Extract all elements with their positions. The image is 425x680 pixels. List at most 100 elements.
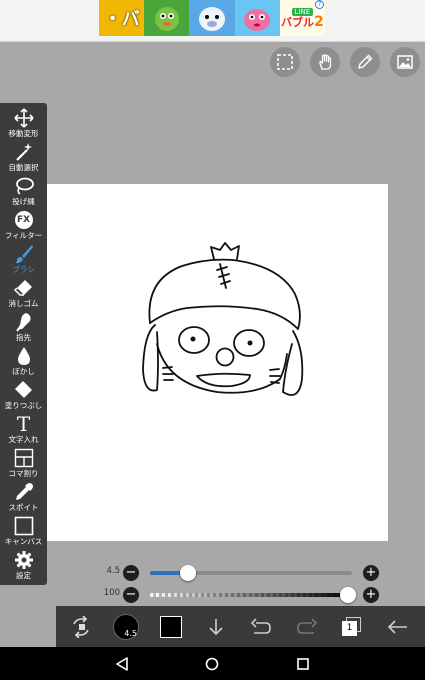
lasso-icon [13,176,35,196]
material-button[interactable] [390,47,420,77]
layers-button[interactable]: 1 [340,606,364,647]
tool-label: 移動変形 [8,129,39,138]
opacity-decrease-button[interactable]: − [123,587,139,603]
back-button[interactable] [386,606,410,647]
opacity-slider-row: 100 − + [98,585,388,605]
ad-game-title-text: バブル [281,15,315,29]
tool-brush[interactable]: ブラシ [0,244,47,278]
tool-label: スポイト [8,503,39,512]
tool-canvas[interactable]: キャンバス [0,516,47,550]
swap-color-button[interactable] [66,606,96,647]
brush-icon [13,244,35,264]
hand-icon [319,54,332,70]
tool-finger[interactable]: 指先 [0,312,47,346]
tool-text[interactable]: T 文字入れ [0,414,47,448]
canvas-icon [13,516,35,536]
ad-tile-text: ・バ [103,9,140,30]
yeti-character-icon [199,7,225,31]
ad-game-title: バブル2 [281,13,324,30]
tool-lasso[interactable]: 投げ縄 [0,176,47,210]
tool-frame-divider[interactable]: コマ割り [0,448,47,482]
arrow-left-icon [387,619,407,634]
finger-icon [13,312,35,332]
tool-eyedropper[interactable]: スポイト [0,482,47,516]
ad-game-number: 2 [314,13,324,30]
pen-icon [358,54,373,69]
brush-preview-button[interactable]: 4.5 [111,606,141,647]
nav-back-button[interactable] [107,652,137,676]
undo-icon [250,617,271,634]
fx-icon-text: FX [14,211,33,229]
tool-label: 自動選択 [8,163,39,172]
line-logo: LINE [291,7,314,16]
tool-move-transform[interactable]: 移動変形 [0,108,47,142]
undo-button[interactable] [249,606,273,647]
redo-button[interactable] [295,606,319,647]
layer-down-button[interactable] [204,606,228,647]
blur-drop-icon [13,346,35,366]
tool-eraser[interactable]: 消しゴム [0,278,47,312]
tool-label: 消しゴム [8,299,39,308]
tool-label: 文字入れ [8,435,39,444]
layers-icon: 1 [342,616,362,637]
hand-mode-button[interactable] [310,47,340,77]
tool-fill[interactable]: 塗りつぶし [0,380,47,414]
selection-button[interactable] [270,47,300,77]
current-color-swatch [160,615,182,638]
redo-icon [297,617,318,634]
tool-label: フィルター [4,231,43,240]
ad-info-icon[interactable]: ? [315,0,325,9]
tool-blur[interactable]: ぼかし [0,346,47,380]
tool-label: 投げ縄 [12,197,35,206]
nav-home-button[interactable] [197,652,227,676]
tool-label: キャンバス [4,537,43,546]
tool-label: 塗りつぶし [4,401,43,410]
tool-label: ブラシ [12,265,35,274]
opacity-increase-button[interactable]: + [363,587,379,603]
opacity-slider-knob[interactable] [339,587,356,603]
magic-wand-icon [13,142,35,162]
tool-label: 設定 [16,571,31,580]
tool-sidebar: 移動変形 自動選択 投げ縄 FX フィルター ブラシ 消しゴム 指先 ぼかし 塗… [0,103,47,585]
select-icon [277,54,293,70]
drawing-canvas[interactable] [47,184,388,541]
opacity-slider[interactable] [150,587,356,603]
eyedropper-icon [13,482,35,502]
brush-size-value: 4.5 [106,566,120,576]
tool-label: コマ割り [8,469,39,478]
ad-tile-1: ・バ [99,0,145,36]
circle-home-icon [205,657,219,671]
gear-icon [13,550,35,570]
tool-filter[interactable]: FX フィルター [0,210,47,244]
square-recents-icon [297,658,309,670]
eraser-icon [13,278,35,298]
text-icon: T [13,414,35,434]
opacity-slider-gradient [150,593,352,597]
ad-tile-2 [144,0,190,36]
brush-size-decrease-button[interactable]: − [123,565,139,581]
green-character-icon [154,7,179,31]
tool-auto-select[interactable]: 自動選択 [0,142,47,176]
nav-recents-button[interactable] [288,652,318,676]
image-icon [397,55,413,69]
transform-swap-icon [73,615,89,638]
brush-size-slider[interactable] [150,565,352,581]
sketch-drawing [142,242,304,396]
frame-divider-icon [13,448,35,468]
text-icon-glyph: T [16,412,31,436]
ad-banner[interactable]: ・バ LINE バブル2 ? [99,0,325,36]
pen-mode-button[interactable] [350,47,380,77]
fx-icon: FX [13,210,35,230]
tool-label: ぼかし [12,367,35,376]
system-nav-bar [0,647,425,680]
brush-size-slider-knob[interactable] [180,565,197,581]
move-icon [13,108,35,128]
brush-size-increase-button[interactable]: + [363,565,379,581]
bucket-icon [13,380,35,400]
pink-bubble-character-icon [244,9,271,31]
tool-label: 指先 [16,333,31,342]
ad-tile-4 [234,0,280,36]
color-swatch-button[interactable] [159,606,183,647]
tool-settings[interactable]: 設定 [0,550,47,584]
ad-tile-3 [189,0,235,36]
